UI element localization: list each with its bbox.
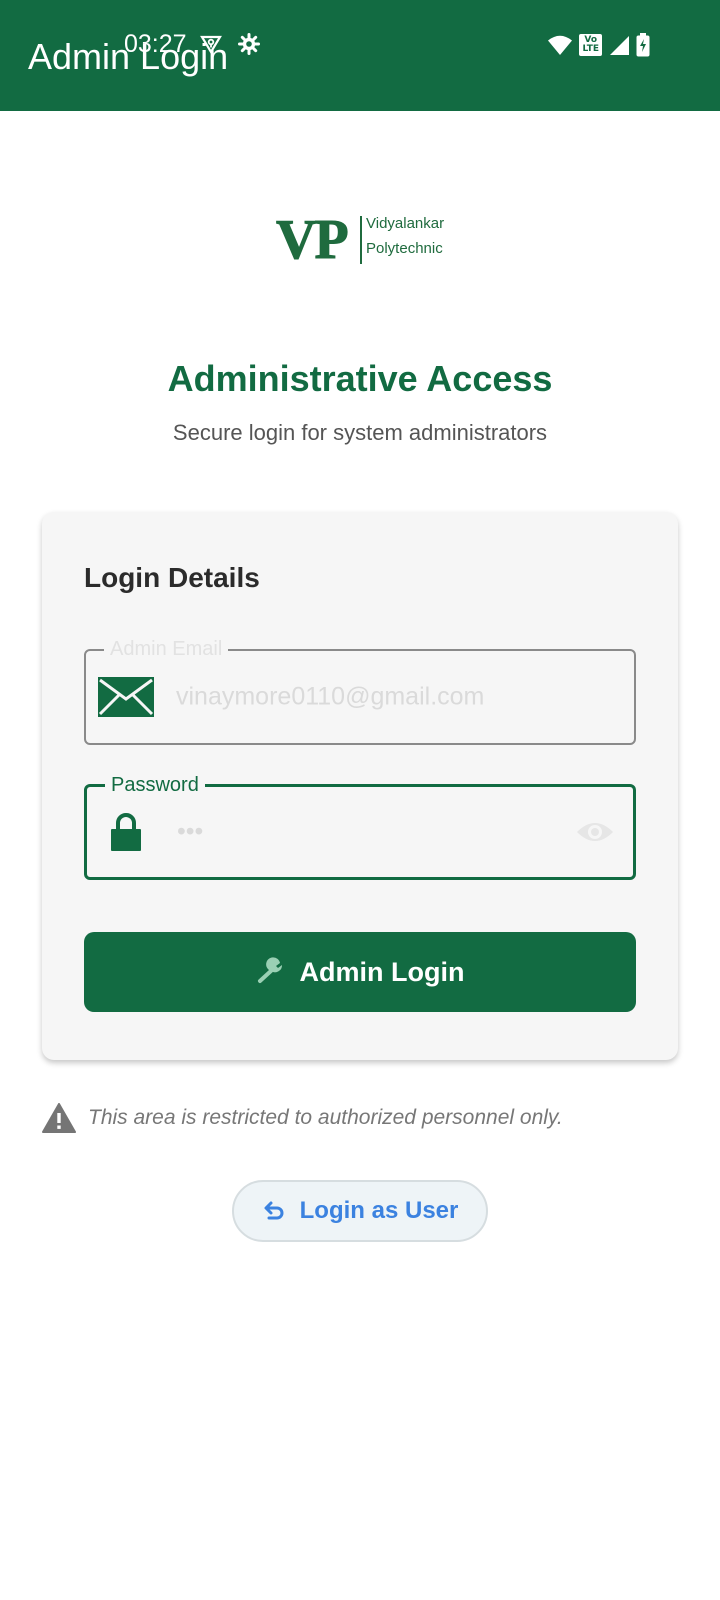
- undo-arrow-icon: [264, 1201, 284, 1220]
- logo-mark: VP: [276, 209, 350, 271]
- logo-divider: [360, 216, 362, 264]
- login-as-user-label: Login as User: [299, 1197, 459, 1224]
- wrench-icon: [257, 957, 282, 983]
- admin-login-button-label: Admin Login: [299, 956, 465, 987]
- battery-charging-icon: [636, 33, 650, 57]
- restricted-warning: This area is restricted to authorized pe…: [42, 1103, 563, 1133]
- volte-icon: Vo LTE: [579, 34, 602, 56]
- login-as-user-button[interactable]: Login as User: [232, 1180, 488, 1242]
- warning-icon: [42, 1103, 76, 1133]
- wifi-icon: [548, 35, 573, 55]
- password-field[interactable]: Password •••: [84, 773, 636, 880]
- logo-line-2: Polytechnic: [366, 240, 443, 257]
- login-card: Login Details Admin Email vinaymore0110@…: [42, 512, 678, 1060]
- status-icons: Vo LTE: [547, 33, 650, 57]
- eye-icon[interactable]: [575, 819, 615, 845]
- password-field-value: •••: [177, 817, 204, 846]
- settings-gear-icon: [238, 33, 260, 55]
- logo-line-1: Vidyalankar: [366, 215, 445, 232]
- admin-login-button[interactable]: Admin Login: [84, 932, 636, 1012]
- status-time: 03:27: [124, 30, 187, 58]
- page-title: Administrative Access: [167, 358, 553, 399]
- email-field-value: vinaymore0110@gmail.com: [176, 682, 485, 711]
- page-subtitle: Secure login for system administrators: [172, 420, 548, 445]
- password-field-label: Password: [105, 773, 205, 797]
- vpn-key-icon: [200, 35, 222, 55]
- college-logo: VP Vidyalankar Polytechnic: [276, 212, 446, 270]
- email-field-label: Admin Email: [104, 637, 229, 661]
- warning-text: This area is restricted to authorized pe…: [88, 1106, 563, 1129]
- card-title: Login Details: [84, 562, 260, 593]
- app-bar: Admin Login 03:27 Vo LTE: [0, 0, 720, 111]
- lock-icon: [111, 813, 141, 851]
- email-field[interactable]: Admin Email vinaymore0110@gmail.com: [84, 637, 636, 745]
- signal-icon: [610, 36, 629, 55]
- envelope-icon: [98, 677, 154, 717]
